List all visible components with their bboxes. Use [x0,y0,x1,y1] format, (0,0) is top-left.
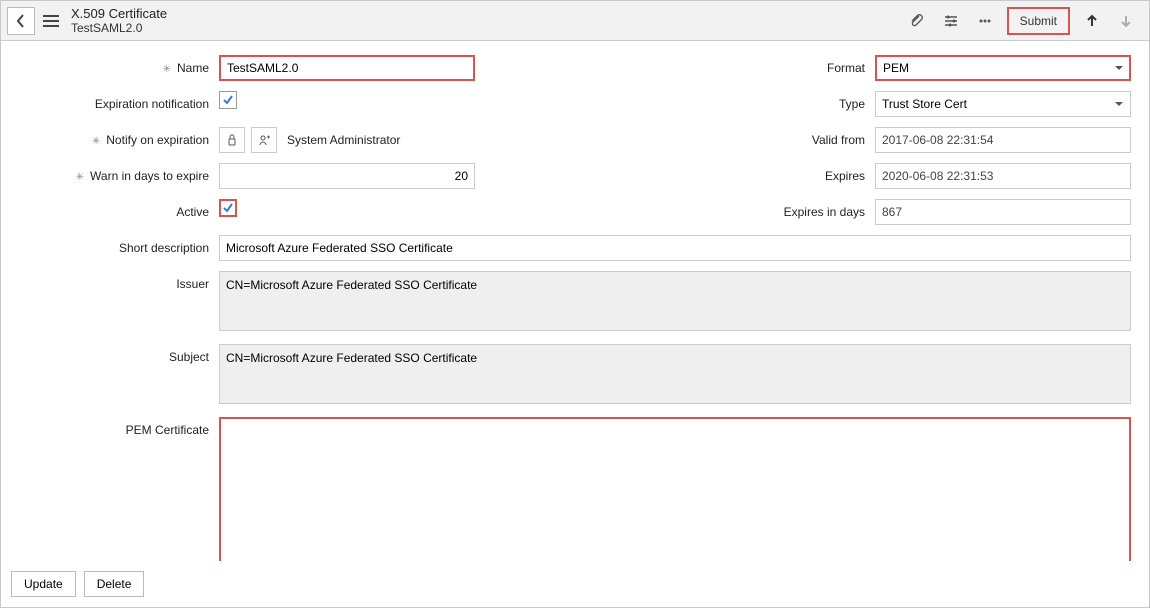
warn-in-days-input[interactable] [219,163,475,189]
nav-up-icon[interactable] [1079,7,1105,35]
menu-icon[interactable] [41,7,61,35]
label-issuer: Issuer [19,271,209,334]
label-expires-in-days: Expires in days [485,199,865,225]
label-subject: Subject [19,344,209,407]
label-short-description: Short description [19,235,209,261]
user-add-button[interactable] [251,127,277,153]
label-active: Active [19,199,209,225]
footer-actions: Update Delete [1,561,1149,607]
valid-from-field [875,127,1131,153]
attachment-icon[interactable] [904,7,930,35]
format-select[interactable]: PEM [875,55,1131,81]
label-expires: Expires [485,163,865,189]
notify-on-expiration-text: System Administrator [283,133,400,147]
update-button[interactable]: Update [11,571,76,597]
delete-button[interactable]: Delete [84,571,145,597]
label-warn-in-days: Warn in days to expire [19,163,209,189]
label-name: Name [19,55,209,81]
type-select[interactable]: Trust Store Cert [875,91,1131,117]
label-expiration-notification: Expiration notification [19,91,209,117]
page-header: X.509 Certificate TestSAML2.0 Submit [1,1,1149,41]
submit-button[interactable]: Submit [1008,8,1069,34]
label-type: Type [485,91,865,117]
expires-field [875,163,1131,189]
issuer-field: CN=Microsoft Azure Federated SSO Certifi… [219,271,1131,331]
label-valid-from: Valid from [485,127,865,153]
active-checkbox[interactable] [219,199,237,217]
pem-certificate-input[interactable] [219,417,1131,561]
label-notify-on-expiration: Notify on expiration [19,127,209,153]
expiration-notification-checkbox[interactable] [219,91,237,109]
back-button[interactable] [7,7,35,35]
short-description-input[interactable] [219,235,1131,261]
lock-button[interactable] [219,127,245,153]
settings-sliders-icon[interactable] [938,7,964,35]
page-title: X.509 Certificate TestSAML2.0 [71,6,167,36]
nav-down-icon[interactable] [1113,7,1139,35]
name-input[interactable] [219,55,475,81]
subject-field: CN=Microsoft Azure Federated SSO Certifi… [219,344,1131,404]
more-icon[interactable] [972,7,998,35]
form-content: Name Format PEM Expiration notification … [1,41,1149,561]
expires-in-days-field [875,199,1131,225]
label-pem-certificate: PEM Certificate [19,417,209,561]
label-format: Format [485,55,865,81]
